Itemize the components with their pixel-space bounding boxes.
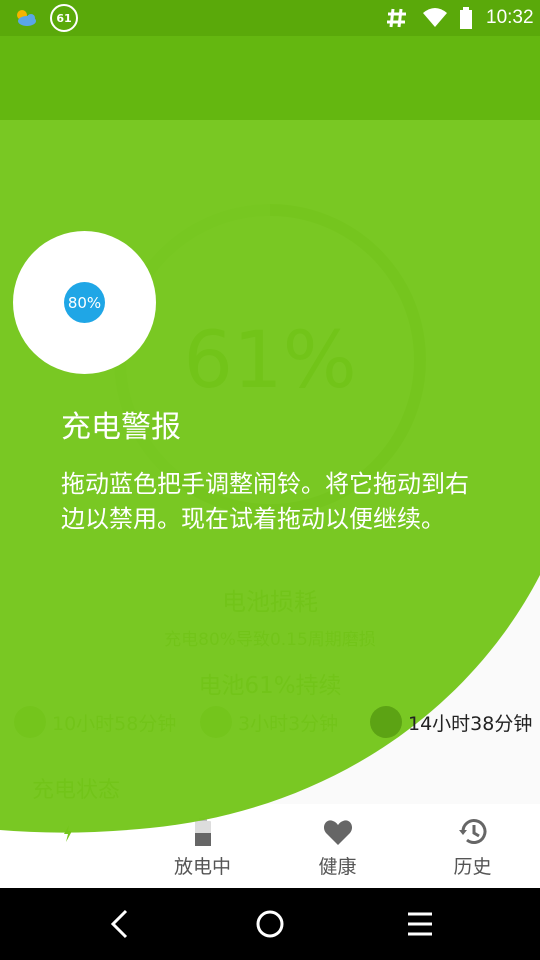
system-nav-bar [0,888,540,960]
battery-charging-icon [60,818,76,846]
notification-badge-text: 61 [50,4,78,32]
history-icon [459,819,487,844]
wifi-icon [422,0,448,36]
heart-icon [323,820,353,845]
wear-description: 充电80%导致0.15周期磨损 [164,630,376,650]
bottom-nav: 充电中 放电中 健康 历史 [0,804,540,888]
screen-off-icon [200,706,232,738]
tab-label: 充电中 [38,856,96,878]
tab-label: 历史 [453,856,492,878]
status-time: 10:32 [486,7,534,28]
weather-icon [12,0,40,36]
tab-label: 放电中 [173,856,231,878]
tab-history[interactable]: 历史 [405,804,540,888]
stat-screen-on: 10小时58分钟 [14,705,176,739]
menu-icon[interactable] [402,906,438,942]
tab-health[interactable]: 健康 [270,804,405,888]
hash-icon [385,0,409,36]
duration-title: 电池61%持续 [198,673,342,699]
app-title: AccuBattery Pro [24,62,212,92]
alarm-bubble: 80% [13,231,156,374]
screen: 61 10:32 AccuBattery Pro ? 61% 电池损耗 充电80… [0,0,540,960]
tab-label: 健康 [318,856,357,878]
stat-combined: 14小时38分钟 [370,705,532,739]
tab-discharging[interactable]: 放电中 [135,804,270,888]
alarm-drag-handle[interactable]: 80% [64,282,105,323]
tab-charging[interactable]: 充电中 [0,804,135,888]
svg-text:?: ? [440,69,449,88]
alert-body: 拖动蓝色把手调整闹铃。将它拖动到右边以禁用。现在试着拖动以便继续。 [61,470,469,533]
back-icon[interactable] [102,906,138,942]
stat-screen-off: 3小时3分钟 [200,705,338,739]
stat-label: 14小时38分钟 [408,712,533,735]
battery-icon [195,818,211,846]
stat-label: 10小时58分钟 [52,712,177,735]
main-content: 61% 电池损耗 充电80%导致0.15周期磨损 电池61%持续 10小时58分… [0,120,540,804]
help-icon[interactable]: ? [428,62,460,94]
app-bar: AccuBattery Pro ? [0,36,540,120]
home-icon[interactable] [252,906,288,942]
stat-label: 3小时3分钟 [238,712,339,735]
usage-icon [370,706,402,738]
battery-status-icon [459,0,473,36]
alert-title: 充电警报 [61,410,181,445]
wear-title: 电池损耗 [222,588,318,616]
gauge-percent: 61% [183,316,357,406]
more-options-icon[interactable] [494,62,526,94]
screen-on-icon [14,706,46,738]
charging-status-heading: 充电状态 [32,778,121,803]
notification-badge-icon: 61 [50,0,78,36]
